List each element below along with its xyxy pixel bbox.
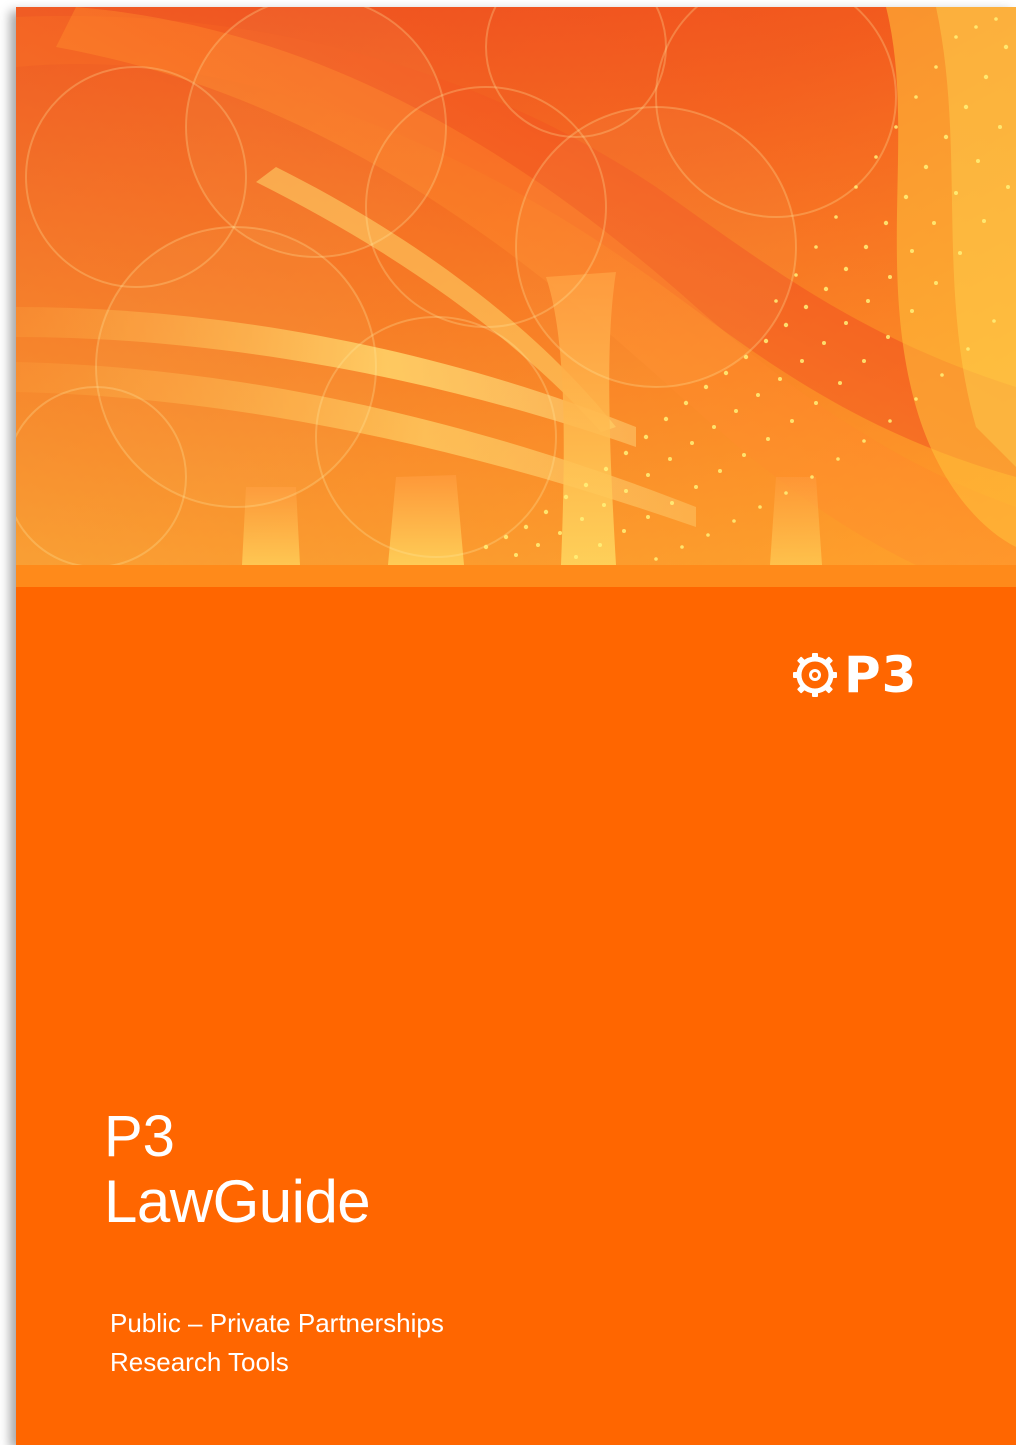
guide-cover: P3 P3 LawGuide Public – Private Partners… <box>16 7 1016 1445</box>
title-lawguide: LawGuide <box>104 1168 371 1235</box>
p3-logo: P3 <box>792 647 917 703</box>
subtitle: Public – Private Partnerships Research T… <box>110 1304 444 1382</box>
highway-overpass-illustration <box>16 7 1016 565</box>
subtitle-line-2: Research Tools <box>110 1347 289 1377</box>
hero-image <box>16 7 1016 565</box>
title-p3: P3 <box>104 1104 175 1169</box>
accent-strip <box>16 565 1016 587</box>
gear-icon <box>793 653 837 697</box>
title-block: P3 LawGuide <box>104 1104 371 1235</box>
logo-text: P3 <box>844 646 918 704</box>
subtitle-line-1: Public – Private Partnerships <box>110 1308 444 1338</box>
